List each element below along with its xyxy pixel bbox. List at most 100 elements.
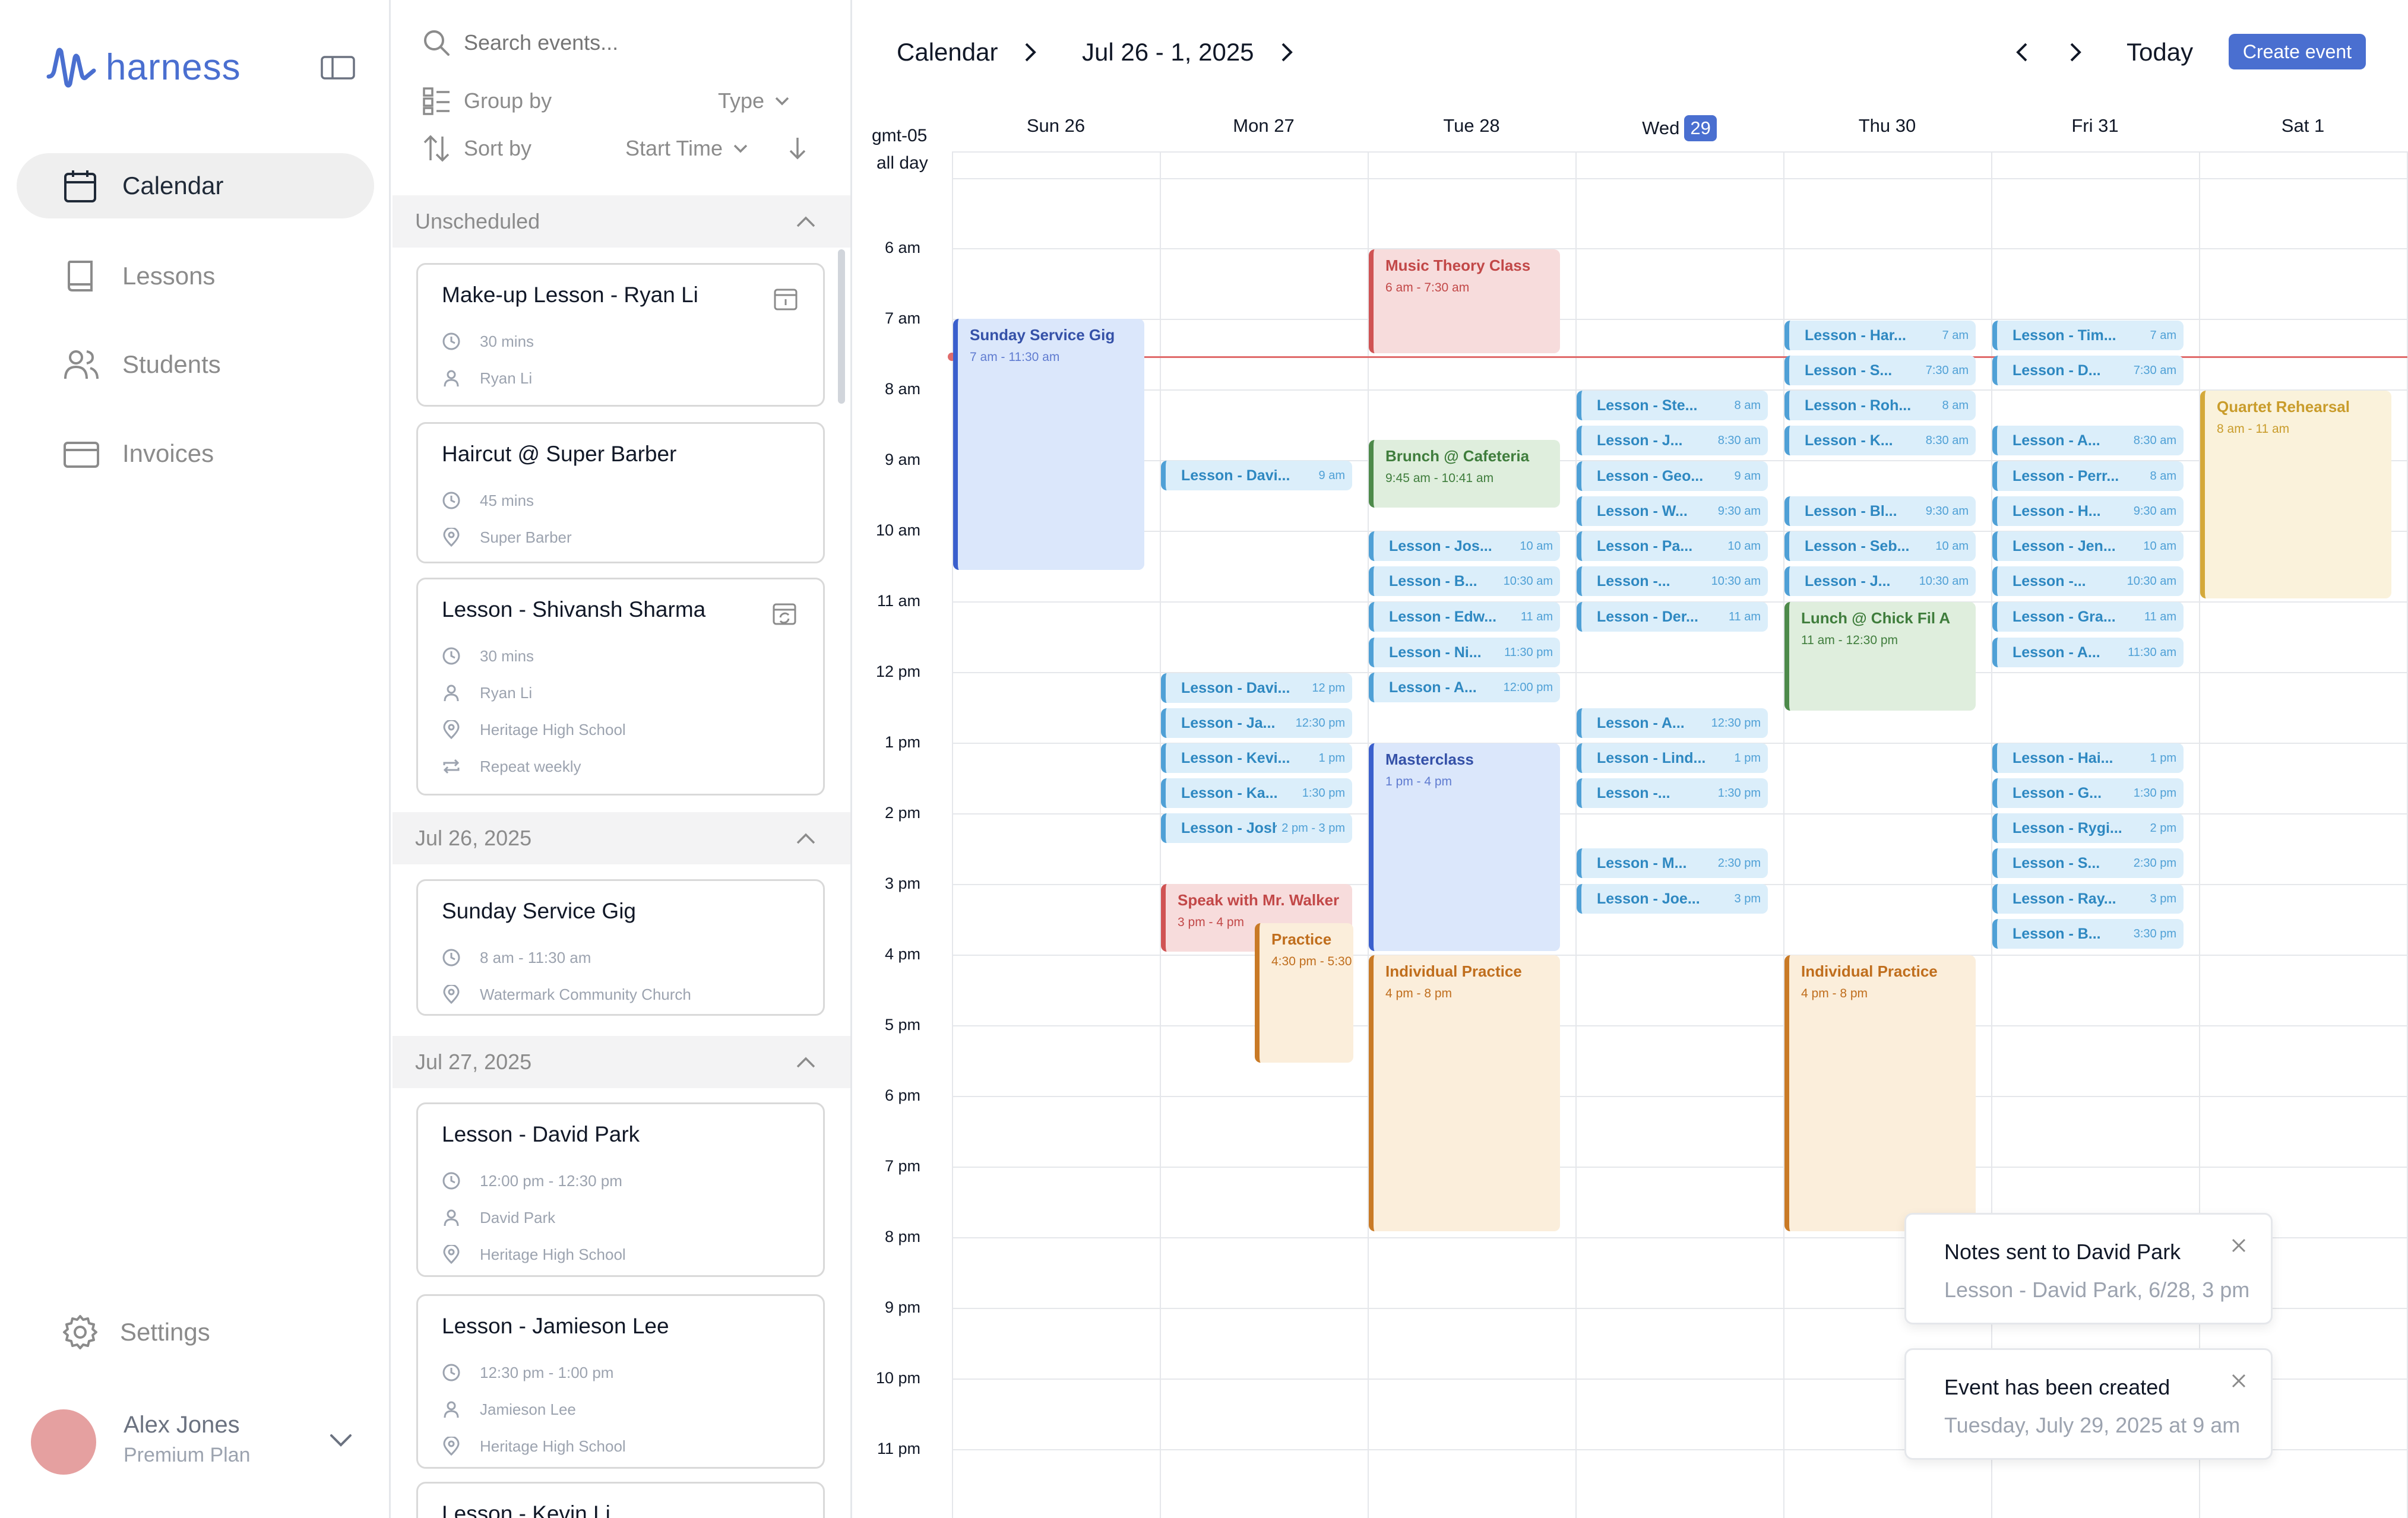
sort-direction-icon[interactable] xyxy=(787,137,808,160)
chevron-right-icon[interactable] xyxy=(1021,42,1039,63)
lesson-event[interactable]: Lesson - D... 7:30 am xyxy=(1992,356,2184,385)
section-header-jul-26[interactable]: Jul 26, 2025 xyxy=(393,812,850,864)
lesson-event[interactable]: Lesson - Roh... 8 am xyxy=(1784,391,1976,420)
today-button[interactable]: Today xyxy=(2127,38,2193,66)
lesson-event[interactable]: Lesson -... 1:30 pm xyxy=(1577,778,1768,808)
lesson-event[interactable]: Lesson - H... 9:30 am xyxy=(1992,496,2184,526)
nav-item-lessons[interactable]: Lessons xyxy=(17,243,374,309)
lesson-event[interactable]: Lesson - A... 8:30 am xyxy=(1992,426,2184,455)
calendar-icon[interactable] xyxy=(773,286,798,311)
event-card[interactable]: Lesson - David Park 12:00 pm - 12:30 pm … xyxy=(416,1102,825,1277)
lesson-event[interactable]: Lesson - Ka... 1:30 pm xyxy=(1161,778,1352,808)
lesson-event[interactable]: Lesson - Josh Flores 2 pm - 3 pm xyxy=(1161,813,1352,843)
calendar-event[interactable]: Practice 4:30 pm - 5:30 xyxy=(1255,923,1353,1063)
lesson-event[interactable]: Lesson - Jen... 10 am xyxy=(1992,531,2184,561)
event-card[interactable]: Haircut @ Super Barber 45 mins Super Bar… xyxy=(416,422,825,563)
lesson-event[interactable]: Lesson - A... 12:30 pm xyxy=(1577,708,1768,738)
group-by-control[interactable]: Group by Type xyxy=(422,83,826,119)
calendar-event[interactable]: Sunday Service Gig 7 am - 11:30 am xyxy=(953,319,1144,570)
calendar-event[interactable]: Individual Practice 4 pm - 8 pm xyxy=(1369,955,1560,1231)
calendar-event[interactable]: Individual Practice 4 pm - 8 pm xyxy=(1784,955,1976,1231)
lesson-event[interactable]: Lesson - Ja... 12:30 pm xyxy=(1161,708,1352,738)
previous-week-button[interactable] xyxy=(2013,42,2031,63)
event-card[interactable]: Lesson - Kevin Li xyxy=(416,1482,825,1518)
nav-item-students[interactable]: Students xyxy=(17,332,374,397)
event-card[interactable]: Make-up Lesson - Ryan Li 30 mins Ryan Li xyxy=(416,263,825,407)
section-header-jul-27[interactable]: Jul 27, 2025 xyxy=(393,1036,850,1088)
day-header[interactable]: Wed 29 xyxy=(1575,115,1783,141)
lesson-event[interactable]: Lesson - Gra... 11 am xyxy=(1992,602,2184,632)
day-header[interactable]: Fri 31 xyxy=(1991,115,2199,137)
search-input[interactable] xyxy=(464,30,820,55)
lesson-event[interactable]: Lesson - Ni... 11:30 pm xyxy=(1369,638,1560,667)
day-header[interactable]: Sun 26 xyxy=(952,115,1160,137)
lesson-event[interactable]: Lesson - J... 8:30 am xyxy=(1577,426,1768,455)
lesson-event[interactable]: Lesson - B... 3:30 pm xyxy=(1992,919,2184,949)
sort-by-select[interactable]: Start Time xyxy=(625,136,749,161)
lesson-event[interactable]: Lesson - Der... 11 am xyxy=(1577,602,1768,632)
lesson-event[interactable]: Lesson - G... 1:30 pm xyxy=(1992,778,2184,808)
create-event-button[interactable]: Create event xyxy=(2229,34,2366,69)
lesson-event[interactable]: Lesson - Ray... 3 pm xyxy=(1992,884,2184,914)
nav-item-settings[interactable]: Settings xyxy=(62,1314,210,1351)
chevron-down-icon[interactable] xyxy=(328,1427,354,1453)
scrollbar[interactable] xyxy=(838,249,845,404)
day-header[interactable]: Sat 1 xyxy=(2199,115,2407,137)
lesson-event[interactable]: Lesson - A... 12:00 pm xyxy=(1369,673,1560,702)
lesson-event[interactable]: Lesson - Tim... 7 am xyxy=(1992,321,2184,350)
view-label[interactable]: Calendar xyxy=(897,38,998,66)
lesson-event[interactable]: Lesson - J... 10:30 am xyxy=(1784,566,1976,596)
lesson-event[interactable]: Lesson - Hai... 1 pm xyxy=(1992,743,2184,773)
lesson-event[interactable]: Lesson -... 10:30 am xyxy=(1992,566,2184,596)
day-header[interactable]: Tue 28 xyxy=(1368,115,1575,137)
event-card[interactable]: Lesson - Jamieson Lee 12:30 pm - 1:00 pm… xyxy=(416,1294,825,1469)
close-icon[interactable] xyxy=(2230,1373,2247,1389)
lesson-event[interactable]: Lesson - S... 7:30 am xyxy=(1784,356,1976,385)
section-header-unscheduled[interactable]: Unscheduled xyxy=(393,195,850,248)
lesson-event[interactable]: Lesson - Geo... 9 am xyxy=(1577,461,1768,491)
lesson-event[interactable]: Lesson - Davi... 9 am xyxy=(1161,461,1352,490)
chevron-right-icon[interactable] xyxy=(1278,42,1296,63)
lesson-event[interactable]: Lesson - Kevi... 1 pm xyxy=(1161,743,1352,773)
user-menu[interactable]: Alex Jones Premium Plan xyxy=(31,1409,363,1475)
lesson-event[interactable]: Lesson - W... 9:30 am xyxy=(1577,496,1768,526)
lesson-event[interactable]: Lesson - Edw... 11 am xyxy=(1369,602,1560,632)
nav-item-invoices[interactable]: Invoices xyxy=(17,421,374,486)
sidebar-toggle-button[interactable] xyxy=(321,55,355,84)
lesson-event[interactable]: Lesson - Rygi... 2 pm xyxy=(1992,813,2184,843)
lesson-event[interactable]: Lesson - B... 10:30 am xyxy=(1369,566,1560,596)
event-card[interactable]: Sunday Service Gig 8 am - 11:30 am Water… xyxy=(416,879,825,1016)
day-header[interactable]: Thu 30 xyxy=(1783,115,1991,137)
lesson-event[interactable]: Lesson - Bl... 9:30 am xyxy=(1784,496,1976,526)
lesson-event[interactable]: Lesson -... 10:30 am xyxy=(1577,566,1768,596)
lesson-event[interactable]: Lesson - Davi... 12 pm xyxy=(1161,673,1352,703)
lesson-event[interactable]: Lesson - Lind... 1 pm xyxy=(1577,743,1768,773)
lesson-event[interactable]: Lesson - K... 8:30 am xyxy=(1784,426,1976,455)
nav-item-calendar[interactable]: Calendar xyxy=(17,153,374,218)
calendar-event[interactable]: Brunch @ Cafeteria 9:45 am - 10:41 am xyxy=(1369,440,1560,508)
lesson-event[interactable]: Lesson - S... 2:30 pm xyxy=(1992,848,2184,878)
range-label[interactable]: Jul 26 - 1, 2025 xyxy=(1082,38,1254,66)
calendar-event[interactable]: Quartet Rehearsal 8 am - 11 am xyxy=(2200,391,2391,598)
brand-logo[interactable]: harness xyxy=(46,46,241,88)
lesson-event[interactable]: Lesson - Ste... 8 am xyxy=(1577,391,1768,420)
day-header[interactable]: Mon 27 xyxy=(1160,115,1368,137)
lesson-event[interactable]: Lesson - Perr... 8 am xyxy=(1992,461,2184,491)
calendar-repeat-icon[interactable] xyxy=(772,601,798,627)
next-week-button[interactable] xyxy=(2067,42,2084,63)
lesson-event[interactable]: Lesson - Joe... 3 pm xyxy=(1577,884,1768,914)
event-card[interactable]: Lesson - Shivansh Sharma 30 mins Ryan Li… xyxy=(416,578,825,796)
search-bar[interactable] xyxy=(422,28,820,57)
lesson-event[interactable]: Lesson - Jos... 10 am xyxy=(1369,531,1560,561)
group-by-select[interactable]: Type xyxy=(718,88,790,113)
lesson-event[interactable]: Lesson - M... 2:30 pm xyxy=(1577,848,1768,878)
calendar-event[interactable]: Lunch @ Chick Fil A 11 am - 12:30 pm xyxy=(1784,602,1976,711)
calendar-event[interactable]: Masterclass 1 pm - 4 pm xyxy=(1369,743,1560,951)
lesson-event[interactable]: Lesson - Seb... 10 am xyxy=(1784,531,1976,561)
lesson-event[interactable]: Lesson - Pa... 10 am xyxy=(1577,531,1768,561)
lesson-event[interactable]: Lesson - Har... 7 am xyxy=(1784,321,1976,350)
lesson-event[interactable]: Lesson - A... 11:30 am xyxy=(1992,638,2184,667)
sort-by-control[interactable]: Sort by Start Time xyxy=(422,131,826,166)
close-icon[interactable] xyxy=(2230,1237,2247,1254)
calendar-event[interactable]: Music Theory Class 6 am - 7:30 am xyxy=(1369,249,1560,353)
